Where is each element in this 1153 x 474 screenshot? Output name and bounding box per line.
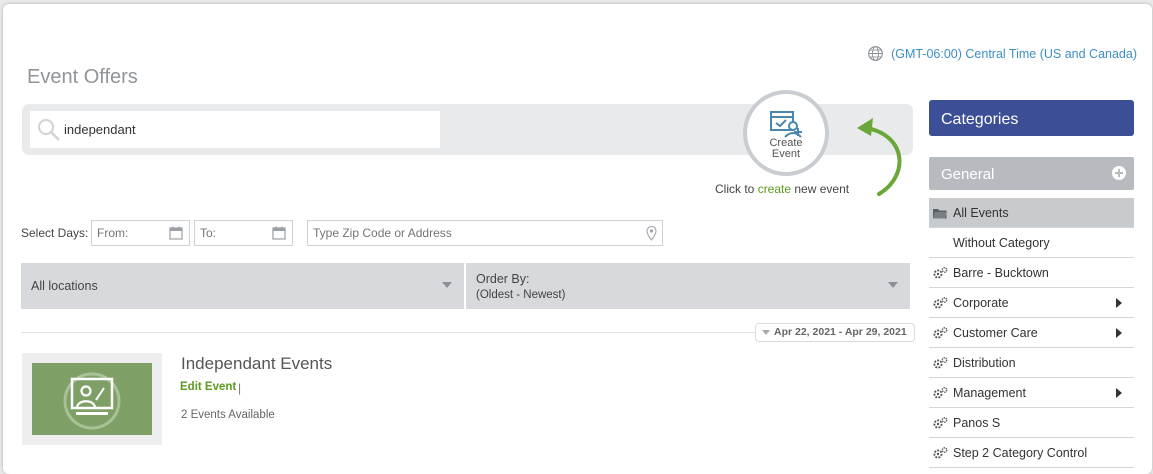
calendar-icon <box>272 226 286 240</box>
category-group-general[interactable]: General <box>929 157 1134 190</box>
order-by-label: Order By: <box>476 272 530 286</box>
zip-address-field[interactable] <box>307 220 663 246</box>
category-item[interactable]: Customer Care <box>929 318 1134 348</box>
caret-down-icon <box>888 282 898 288</box>
folder-icon <box>932 206 948 220</box>
hint-suffix: new event <box>791 182 850 196</box>
event-image <box>32 363 152 435</box>
calendar-icon <box>169 226 183 240</box>
hint-prefix: Click to <box>715 182 758 196</box>
event-title[interactable]: Independant Events <box>181 354 332 374</box>
create-hint: Click to create new event <box>715 182 849 196</box>
triangle-down-icon <box>762 330 770 335</box>
add-category-icon[interactable] <box>1112 166 1126 180</box>
category-item-label: Customer Care <box>953 325 1038 340</box>
search-input[interactable] <box>64 111 434 148</box>
location-dropdown[interactable]: All locations <box>21 263 464 309</box>
category-item[interactable]: Without Category <box>929 228 1134 258</box>
category-item[interactable]: Distribution <box>929 348 1134 378</box>
category-item[interactable]: Corporate <box>929 288 1134 318</box>
category-item-label: Barre - Bucktown <box>953 265 1049 280</box>
category-list: All Events Without Category Barre - Buckto… <box>929 198 1134 468</box>
category-group-label: General <box>941 166 995 183</box>
timezone-link[interactable]: (GMT-06:00) Central Time (US and Canada) <box>867 45 1137 62</box>
gears-icon <box>932 326 948 340</box>
gears-icon <box>932 296 948 310</box>
gears-icon <box>932 446 948 460</box>
create-event-button[interactable]: Create Event <box>743 90 829 176</box>
date-range-toggle[interactable]: Apr 22, 2021 - Apr 29, 2021 <box>755 323 915 342</box>
caret-down-icon <box>442 282 452 288</box>
create-event-icon <box>770 111 802 138</box>
categories-header: Categories <box>929 100 1134 136</box>
gears-icon <box>932 416 948 430</box>
timezone-label[interactable]: (GMT-06:00) Central Time (US and Canada) <box>891 47 1137 61</box>
presentation-icon <box>63 372 121 430</box>
to-date-field[interactable] <box>194 220 293 246</box>
gears-icon <box>932 266 948 280</box>
hint-create-link[interactable]: create <box>758 182 791 196</box>
location-pin-icon <box>646 226 657 241</box>
category-item[interactable]: Panos S <box>929 408 1134 438</box>
chevron-right-icon[interactable] <box>1116 298 1122 308</box>
date-range-label: Apr 22, 2021 - Apr 29, 2021 <box>774 326 907 338</box>
create-event-label: Create Event <box>769 137 803 160</box>
page-title: Event Offers <box>27 66 138 88</box>
search-icon <box>38 119 60 141</box>
category-item[interactable]: Barre - Bucktown <box>929 258 1134 288</box>
category-item-label: Without Category <box>953 235 1050 250</box>
event-thumbnail[interactable] <box>22 353 162 445</box>
category-item-label: Management <box>953 385 1026 400</box>
category-item[interactable]: Management <box>929 378 1134 408</box>
chevron-right-icon[interactable] <box>1116 388 1122 398</box>
from-date-input[interactable] <box>92 221 162 245</box>
category-item-label: Distribution <box>953 355 1016 370</box>
gears-icon <box>932 356 948 370</box>
separator: | <box>238 381 242 395</box>
zip-address-input[interactable] <box>308 221 628 245</box>
order-by-dropdown[interactable]: Order By: (Oldest - Newest) <box>466 263 910 309</box>
order-by-value: (Oldest - Newest) <box>476 289 566 301</box>
events-available-count: 2 Events Available <box>181 409 275 421</box>
category-item-label: Step 2 Category Control <box>953 445 1088 460</box>
location-value: All locations <box>31 279 98 293</box>
search-box <box>30 111 440 148</box>
to-date-input[interactable] <box>195 221 265 245</box>
from-date-field[interactable] <box>91 220 190 246</box>
category-item-label: Panos S <box>953 415 1001 430</box>
globe-icon <box>868 46 883 61</box>
category-item-label: Corporate <box>953 295 1009 310</box>
edit-event-link[interactable]: Edit Event <box>180 381 236 393</box>
gears-icon <box>932 386 948 400</box>
category-item[interactable]: Step 2 Category Control <box>929 438 1134 468</box>
curved-arrow-icon <box>857 118 902 196</box>
chevron-right-icon[interactable] <box>1116 328 1122 338</box>
category-item[interactable]: All Events <box>929 198 1134 228</box>
select-days-label: Select Days: <box>21 226 89 240</box>
category-item-label: All Events <box>953 205 1009 220</box>
